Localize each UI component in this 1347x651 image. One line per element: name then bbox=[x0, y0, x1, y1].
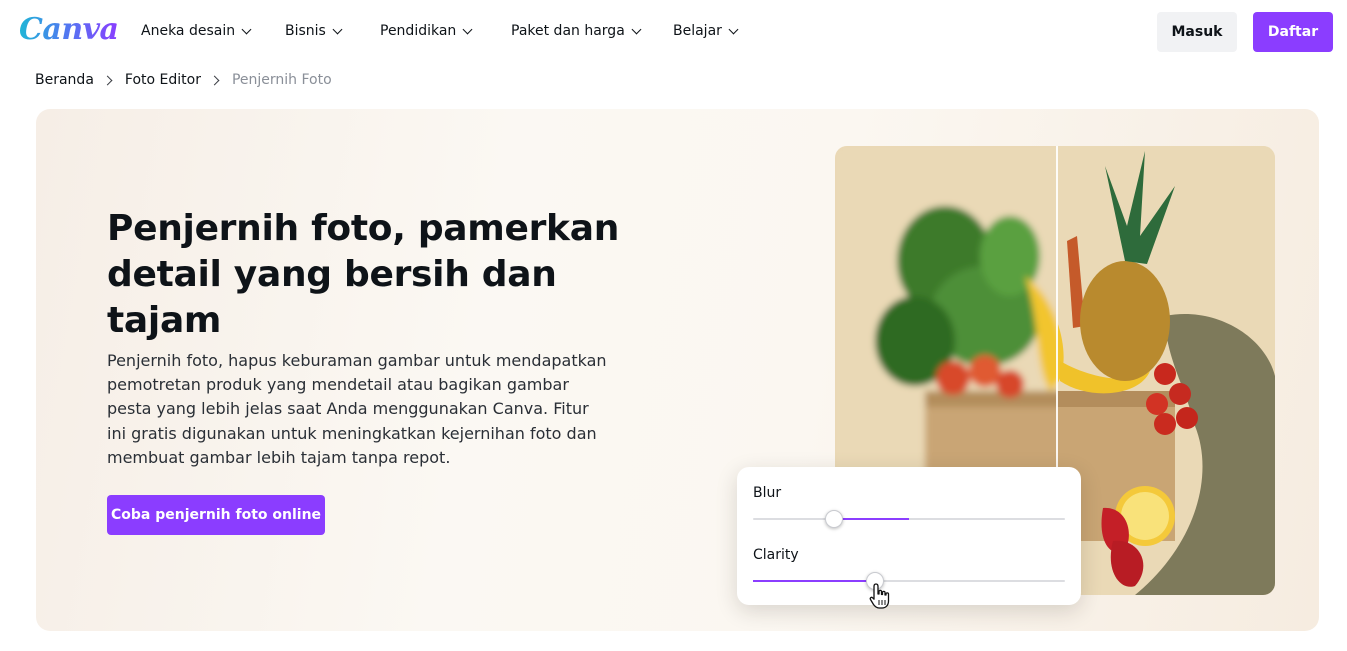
login-button[interactable]: Masuk bbox=[1157, 12, 1237, 52]
top-navigation: Canva Aneka desain Bisnis Pendidikan Pak… bbox=[0, 0, 1347, 64]
chevron-down-icon bbox=[631, 24, 642, 34]
canva-logo[interactable]: Canva bbox=[19, 12, 119, 47]
breadcrumb-current: Penjernih Foto bbox=[231, 72, 332, 88]
hero-description: Penjernih foto, hapus keburaman gambar u… bbox=[107, 351, 607, 467]
nav-item-bisnis[interactable]: Bisnis bbox=[285, 23, 343, 39]
page-title: Penjernih foto, pamerkan detail yang ber… bbox=[107, 208, 620, 341]
clarity-label: Clarity bbox=[753, 547, 799, 563]
blur-slider-thumb[interactable] bbox=[825, 510, 843, 528]
adjustment-panel: Blur Clarity bbox=[737, 467, 1081, 609]
nav-item-label: Belajar bbox=[673, 23, 722, 39]
breadcrumb-home[interactable]: Beranda bbox=[35, 72, 94, 88]
breadcrumb: Beranda Foto Editor Penjernih Foto bbox=[35, 72, 332, 88]
hero-section: Penjernih foto, pamerkan detail yang ber… bbox=[36, 109, 1319, 631]
chevron-down-icon bbox=[332, 24, 343, 34]
chevron-down-icon bbox=[462, 24, 473, 34]
chevron-right-icon bbox=[209, 75, 220, 85]
clarity-slider-fill bbox=[753, 580, 875, 582]
nav-item-paket-dan-harga[interactable]: Paket dan harga bbox=[511, 23, 642, 39]
blur-slider[interactable] bbox=[753, 510, 1065, 528]
chevron-down-icon bbox=[241, 24, 252, 34]
nav-item-pendidikan[interactable]: Pendidikan bbox=[380, 23, 473, 39]
signup-button[interactable]: Daftar bbox=[1253, 12, 1333, 52]
nav-item-aneka-desain[interactable]: Aneka desain bbox=[141, 23, 252, 39]
try-photo-enhancer-button[interactable]: Coba penjernih foto online bbox=[107, 495, 325, 535]
breadcrumb-photo-editor[interactable]: Foto Editor bbox=[125, 72, 201, 88]
clarity-slider[interactable] bbox=[753, 572, 1065, 590]
nav-item-label: Aneka desain bbox=[141, 23, 236, 39]
nav-item-label: Pendidikan bbox=[380, 23, 457, 39]
blur-label: Blur bbox=[753, 485, 782, 501]
chevron-right-icon bbox=[102, 75, 113, 85]
hand-pointer-icon bbox=[869, 583, 890, 609]
nav-item-label: Bisnis bbox=[285, 23, 326, 39]
chevron-down-icon bbox=[728, 24, 739, 34]
blur-slider-fill bbox=[834, 518, 909, 520]
nav-item-label: Paket dan harga bbox=[511, 23, 625, 39]
nav-item-belajar[interactable]: Belajar bbox=[673, 23, 739, 39]
